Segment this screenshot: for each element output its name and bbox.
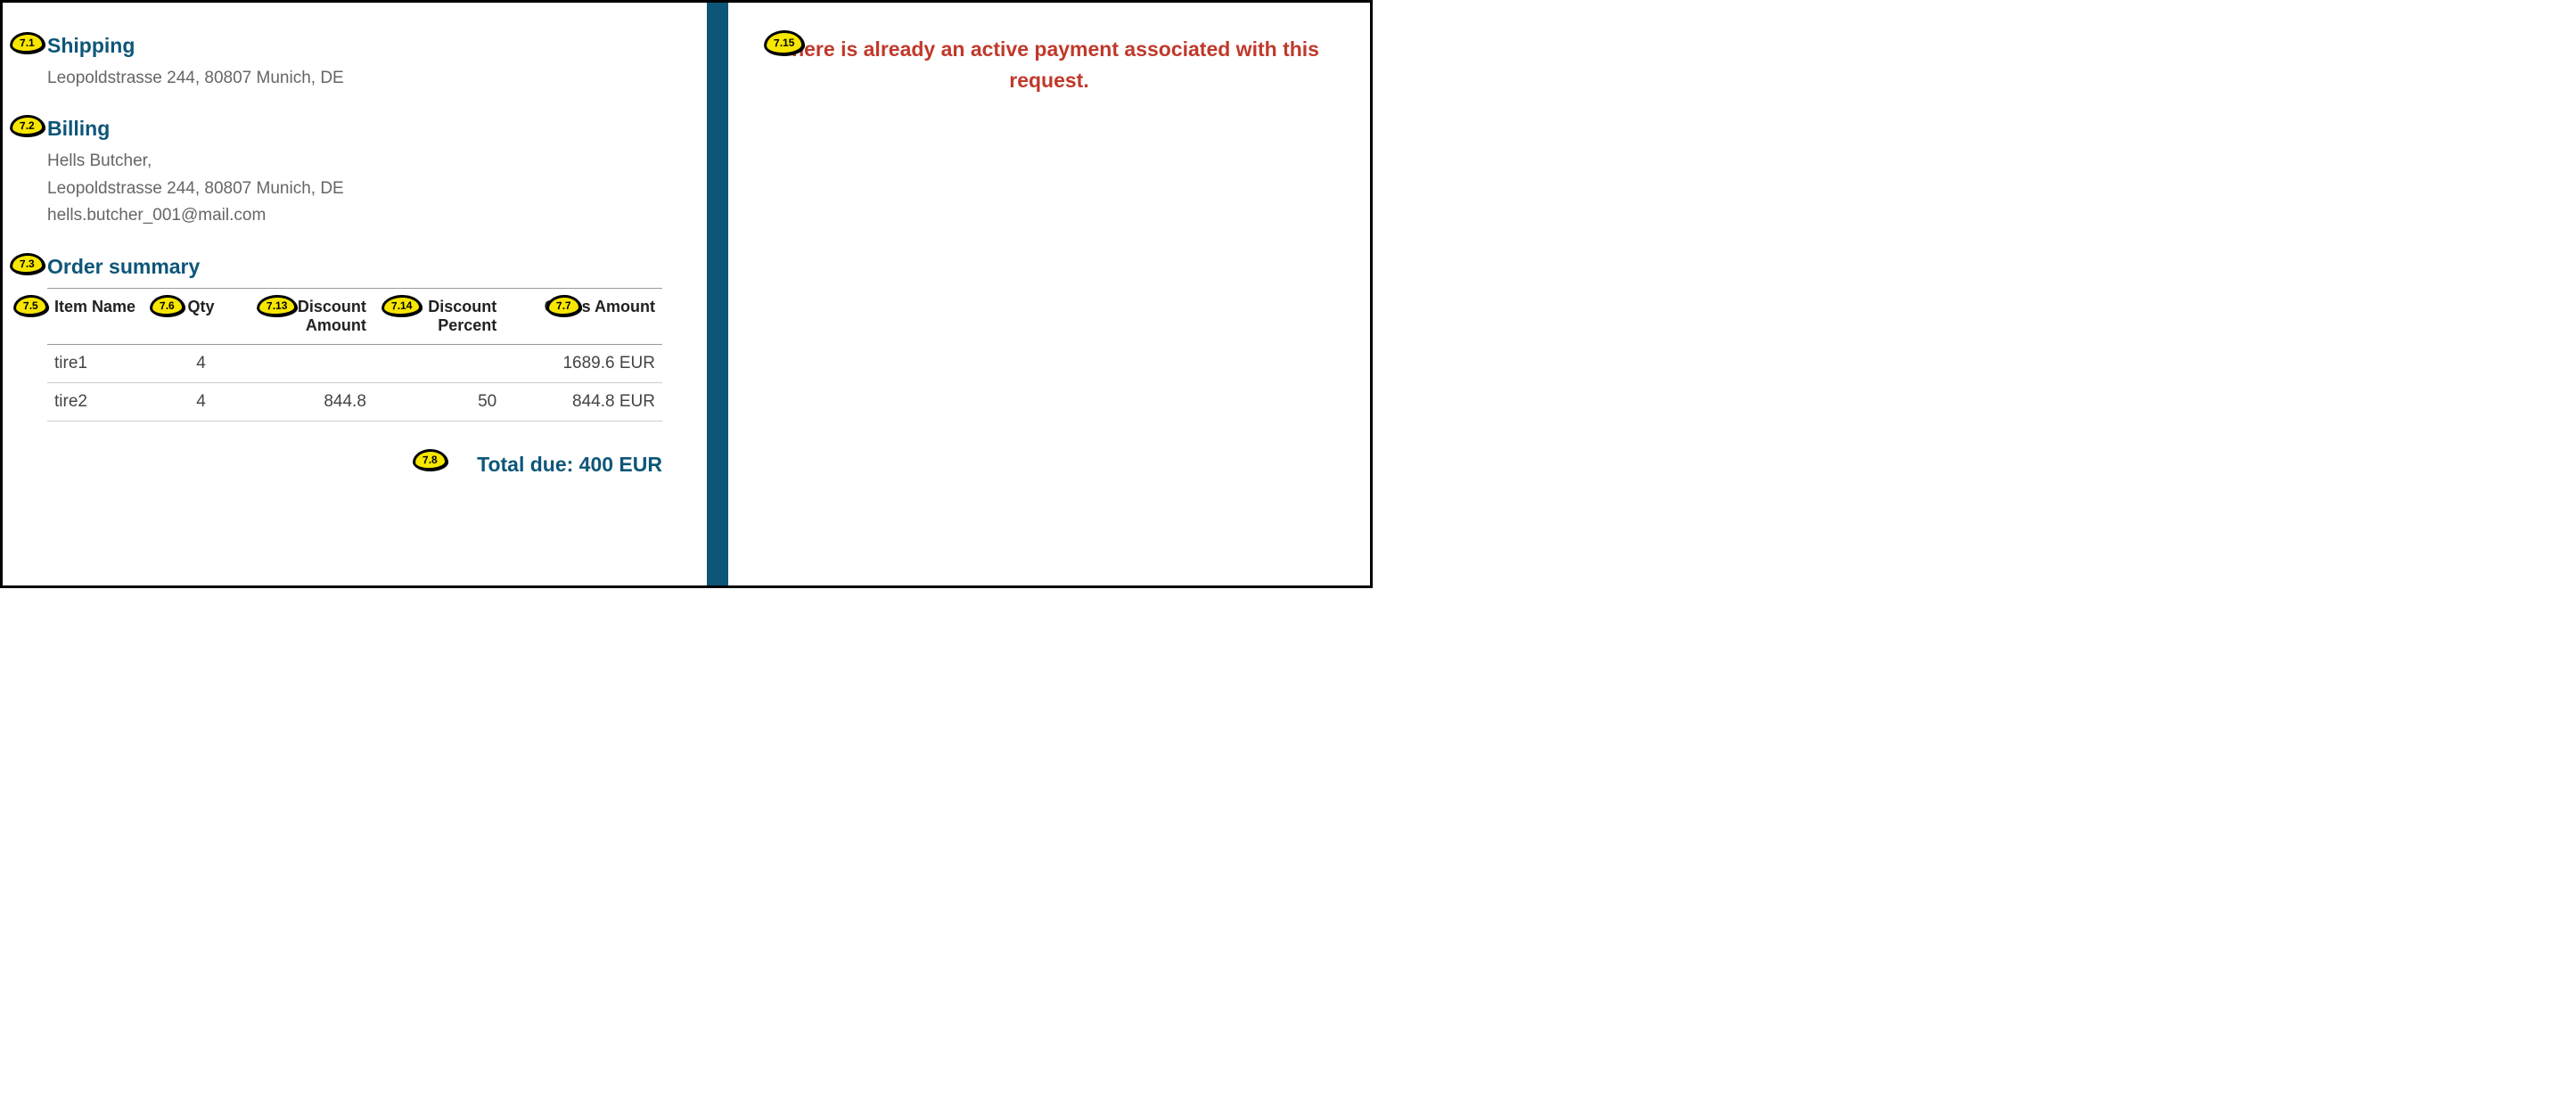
shipping-heading: Shipping <box>47 34 671 58</box>
annotation-marker: 7.3 <box>10 252 45 274</box>
billing-address: Leopoldstrasse 244, 80807 Munich, DE <box>47 176 671 202</box>
col-qty: Qty <box>168 288 234 344</box>
cell-qty: 4 <box>168 344 234 382</box>
billing-heading: Billing <box>47 117 671 141</box>
checkout-container: 7.1 Shipping Leopoldstrasse 244, 80807 M… <box>0 0 1373 588</box>
error-message: 7.15 There is already an active payment … <box>764 34 1334 95</box>
total-due-text: Total due: 400 EUR <box>477 453 662 476</box>
col-gross-amount: Gross Amount <box>504 288 662 344</box>
cell-item-name: tire1 <box>47 344 168 382</box>
billing-name: Hells Butcher, <box>47 148 671 175</box>
cell-qty: 4 <box>168 382 234 421</box>
order-summary-heading: Order summary <box>47 255 671 279</box>
total-due: 7.8 Total due: 400 EUR <box>47 453 662 477</box>
annotation-marker: 7.8 <box>413 448 448 471</box>
table-row: tire2 4 844.8 50 844.8 EUR <box>47 382 662 421</box>
annotation-marker: 7.5 <box>13 294 49 316</box>
cell-discount-percent <box>373 344 504 382</box>
cell-item-name: tire2 <box>47 382 168 421</box>
cell-discount-percent: 50 <box>373 382 504 421</box>
vertical-divider <box>707 3 728 585</box>
error-text: There is already an active payment assoc… <box>779 37 1319 92</box>
billing-email: hells.butcher_001@mail.com <box>47 202 671 229</box>
right-panel: 7.15 There is already an active payment … <box>728 3 1370 585</box>
annotation-marker: 7.2 <box>10 115 45 137</box>
annotation-marker: 7.1 <box>10 31 45 53</box>
cell-discount-amount <box>234 344 373 382</box>
table-row: tire1 4 1689.6 EUR <box>47 344 662 382</box>
cell-gross-amount: 844.8 EUR <box>504 382 662 421</box>
left-panel: 7.1 Shipping Leopoldstrasse 244, 80807 M… <box>3 3 707 585</box>
shipping-address: Leopoldstrasse 244, 80807 Munich, DE <box>47 65 671 92</box>
shipping-section: 7.1 Shipping Leopoldstrasse 244, 80807 M… <box>47 34 671 92</box>
cell-discount-amount: 844.8 <box>234 382 373 421</box>
col-discount-amount: Discount Amount <box>234 288 373 344</box>
col-item-name: Item Name <box>47 288 168 344</box>
order-summary-section: 7.3 Order summary 7.5 7.6 7.13 7.14 7.7 … <box>47 255 671 477</box>
cell-gross-amount: 1689.6 EUR <box>504 344 662 382</box>
billing-section: 7.2 Billing Hells Butcher, Leopoldstrass… <box>47 117 671 229</box>
